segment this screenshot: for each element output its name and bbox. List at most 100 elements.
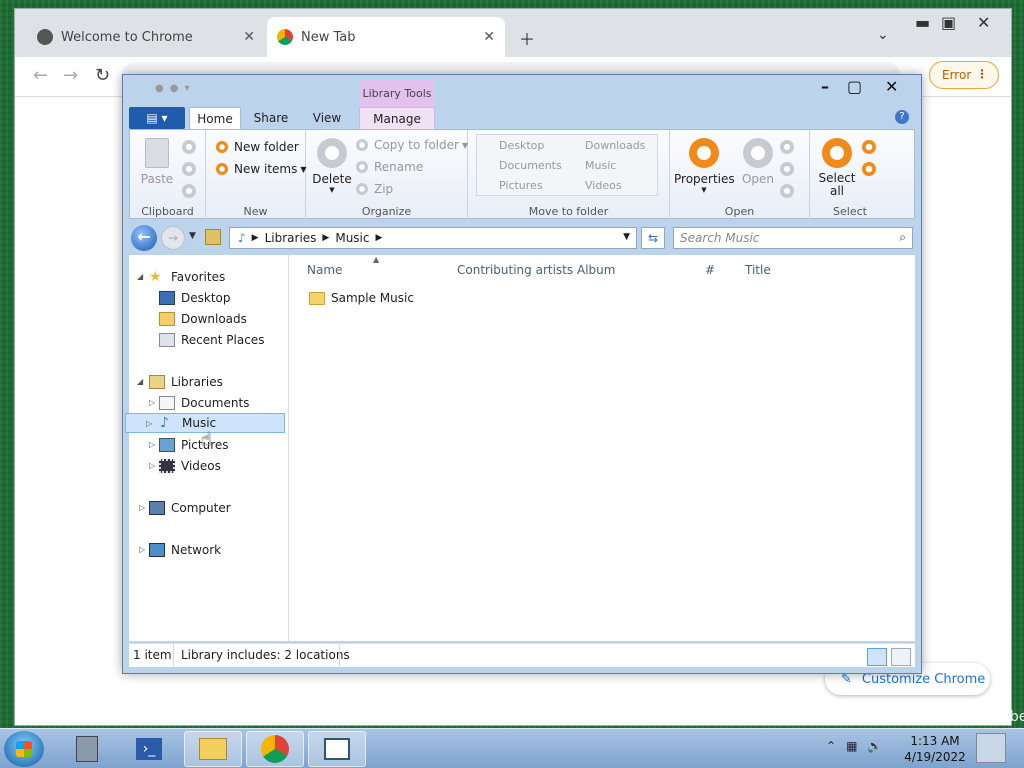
- new-folder-qa-icon[interactable]: ●: [170, 83, 179, 94]
- taskbar-chrome[interactable]: [246, 731, 304, 767]
- back-arrow-icon[interactable]: ←: [33, 65, 48, 86]
- nav-pictures[interactable]: ▷ Pictures: [149, 435, 229, 455]
- move-to-music[interactable]: Music: [585, 159, 616, 172]
- move-to-videos[interactable]: Videos: [585, 179, 622, 192]
- nav-desktop[interactable]: Desktop: [159, 288, 231, 308]
- nav-documents[interactable]: ▷ Documents: [149, 393, 249, 413]
- volume-muted-icon[interactable]: 🔈: [867, 739, 882, 753]
- history-icon[interactable]: [780, 162, 794, 176]
- move-to-folder-gallery[interactable]: Desktop Downloads Documents Music Pictur…: [476, 134, 658, 196]
- expand-arrow-icon[interactable]: ◢: [137, 272, 143, 281]
- expand-arrow-icon[interactable]: ▷: [139, 503, 145, 512]
- rename-button[interactable]: Rename: [356, 160, 423, 174]
- select-none-icon[interactable]: [862, 140, 876, 154]
- close-window-icon[interactable]: ✕: [885, 77, 898, 96]
- nav-libraries[interactable]: ◢ Libraries: [137, 372, 223, 392]
- zip-button[interactable]: Zip: [356, 182, 393, 196]
- properties-qa-icon[interactable]: ●: [155, 83, 164, 94]
- new-items-button[interactable]: New items ▼: [216, 162, 307, 176]
- minimize-icon[interactable]: ▬: [915, 13, 930, 32]
- forward-button[interactable]: →: [161, 226, 185, 250]
- network-status-icon[interactable]: ▦: [846, 739, 857, 753]
- move-to-desktop[interactable]: Desktop: [499, 139, 544, 152]
- copy-icon[interactable]: [182, 162, 196, 176]
- expand-arrow-icon[interactable]: ◢: [137, 377, 143, 386]
- user-avatar[interactable]: [976, 733, 1006, 763]
- breadcrumb-libraries[interactable]: Libraries: [265, 231, 317, 245]
- show-hidden-icons-icon[interactable]: ⌃: [826, 739, 836, 753]
- list-item-sample-music[interactable]: Sample Music: [309, 291, 414, 305]
- nav-downloads[interactable]: Downloads: [159, 309, 247, 329]
- tab-view[interactable]: View: [301, 107, 353, 129]
- expand-arrow-icon[interactable]: ▷: [149, 398, 155, 407]
- open-button[interactable]: Open: [736, 138, 780, 186]
- tab-welcome-to-chrome[interactable]: Welcome to Chrome ✕: [27, 17, 265, 57]
- chevron-down-icon[interactable]: ⌄: [877, 27, 889, 43]
- tab-manage[interactable]: Manage: [359, 107, 435, 129]
- column-header-contributing-artists[interactable]: Contributing artists: [457, 263, 573, 277]
- close-icon[interactable]: ✕: [483, 29, 495, 45]
- open-with-icon[interactable]: [780, 184, 794, 198]
- delete-button[interactable]: Delete ▼: [312, 138, 352, 194]
- large-icons-view-icon[interactable]: [891, 648, 911, 666]
- details-view-icon[interactable]: [867, 648, 887, 666]
- properties-button[interactable]: Properties ▼: [674, 138, 735, 194]
- start-button[interactable]: [4, 731, 44, 767]
- tab-new-tab[interactable]: New Tab ✕: [267, 17, 505, 57]
- maximize-icon[interactable]: ▣: [941, 13, 956, 32]
- tab-home[interactable]: Home: [189, 107, 241, 129]
- up-folder-icon[interactable]: [205, 229, 221, 245]
- taskbar-file-explorer[interactable]: [184, 731, 242, 767]
- move-to-documents[interactable]: Documents: [499, 159, 562, 172]
- reload-icon[interactable]: ↻: [95, 65, 110, 86]
- chevron-right-icon[interactable]: ▶: [376, 233, 383, 243]
- minimize-icon[interactable]: –: [821, 77, 829, 96]
- cut-icon[interactable]: [182, 140, 196, 154]
- new-folder-button[interactable]: New folder: [216, 140, 299, 154]
- move-to-pictures[interactable]: Pictures: [499, 179, 543, 192]
- column-header-title[interactable]: Title: [745, 263, 771, 277]
- column-header-number[interactable]: #: [705, 263, 715, 277]
- nav-favorites[interactable]: ◢ ★ Favorites: [137, 267, 225, 287]
- column-header-album[interactable]: Album: [577, 263, 615, 277]
- file-menu-button[interactable]: ▤ ▾: [129, 107, 185, 129]
- nav-recent-places[interactable]: Recent Places: [159, 330, 264, 350]
- edit-icon[interactable]: [780, 140, 794, 154]
- tab-share[interactable]: Share: [245, 107, 297, 129]
- back-button[interactable]: ←: [131, 225, 157, 251]
- chevron-right-icon[interactable]: ▶: [322, 233, 329, 243]
- close-window-icon[interactable]: ✕: [977, 13, 990, 32]
- error-button[interactable]: Error ⋮: [929, 61, 999, 89]
- refresh-button[interactable]: ⇆: [641, 227, 665, 249]
- column-header-name[interactable]: Name: [307, 263, 342, 277]
- maximize-icon[interactable]: ▢: [847, 77, 862, 96]
- select-all-button[interactable]: Select all: [816, 138, 858, 198]
- taskbar-server-manager[interactable]: [58, 731, 116, 767]
- explorer-titlebar[interactable]: ● ● ▾ Library Tools – ▢ ✕: [123, 75, 921, 107]
- nav-network[interactable]: ▷ Network: [139, 540, 221, 560]
- recent-locations-icon[interactable]: ▼: [189, 231, 196, 241]
- nav-videos[interactable]: ▷ Videos: [149, 456, 221, 476]
- copy-to-folder-button[interactable]: Copy to folder ▼: [356, 138, 468, 152]
- clock[interactable]: 1:13 AM 4/19/2022: [900, 733, 970, 765]
- address-dropdown-icon[interactable]: ▼: [623, 232, 630, 242]
- taskbar-app-window[interactable]: [308, 731, 366, 767]
- customize-qa-icon[interactable]: ▾: [184, 83, 189, 94]
- breadcrumb[interactable]: ♪ ▶ Libraries ▶ Music ▶ ▼: [229, 227, 637, 249]
- expand-arrow-icon[interactable]: ▷: [149, 461, 155, 470]
- expand-arrow-icon[interactable]: ▷: [146, 419, 152, 428]
- breadcrumb-music[interactable]: Music: [335, 231, 369, 245]
- chevron-right-icon[interactable]: ▶: [252, 233, 259, 243]
- paste-button[interactable]: Paste: [138, 138, 176, 186]
- nav-computer[interactable]: ▷ Computer: [139, 498, 231, 518]
- paste-shortcut-icon[interactable]: [182, 184, 196, 198]
- new-tab-icon[interactable]: ＋: [519, 26, 535, 50]
- help-icon[interactable]: ?: [895, 110, 909, 124]
- expand-arrow-icon[interactable]: ▷: [149, 440, 155, 449]
- taskbar-powershell[interactable]: ›_: [120, 731, 178, 767]
- move-to-downloads[interactable]: Downloads: [585, 139, 645, 152]
- invert-selection-icon[interactable]: [862, 162, 876, 176]
- close-icon[interactable]: ✕: [243, 29, 255, 45]
- forward-arrow-icon[interactable]: →: [63, 65, 78, 86]
- expand-arrow-icon[interactable]: ▷: [139, 545, 145, 554]
